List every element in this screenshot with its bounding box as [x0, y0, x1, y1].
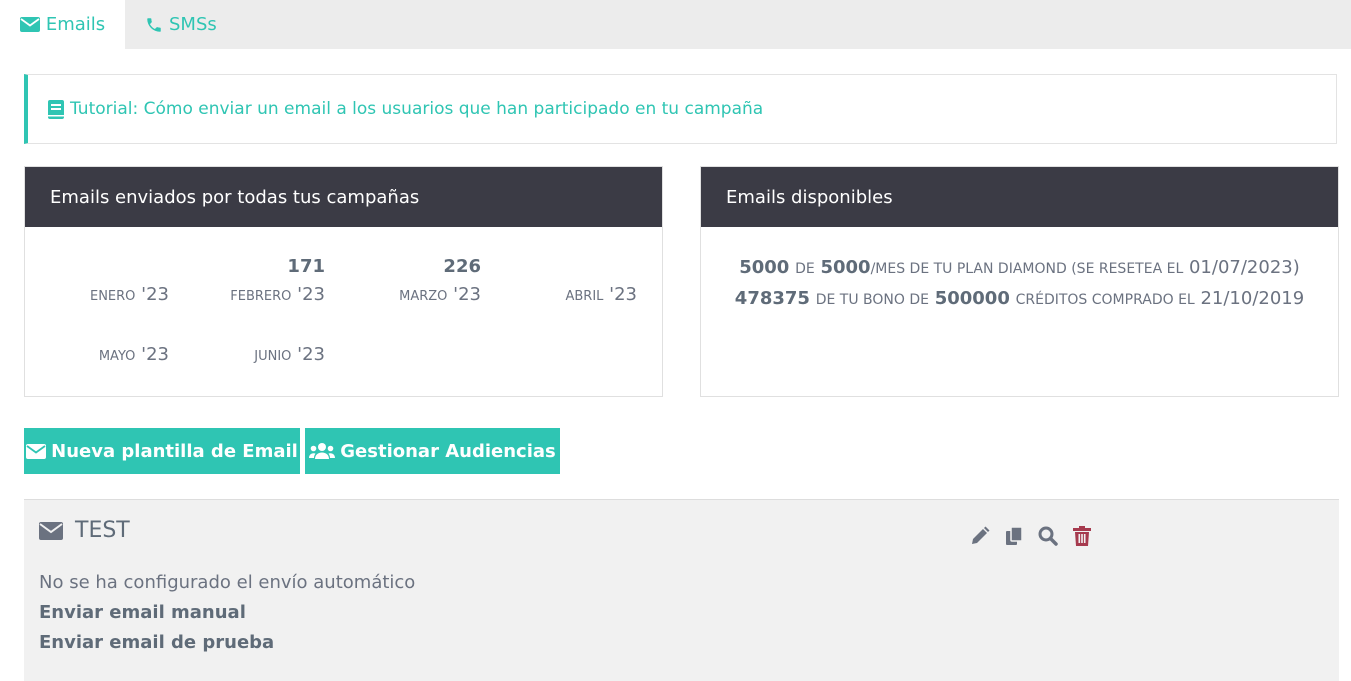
tutorial-text: Tutorial: Cómo enviar un email a los usu… [70, 99, 764, 119]
email-template-card: TEST No se ha configurado el envío autom… [24, 499, 1339, 681]
envelope-icon [26, 443, 47, 459]
tab-smss[interactable]: SMSs [125, 0, 237, 49]
month-abril: Abril '23 [497, 256, 637, 305]
month-year: '23 [141, 344, 169, 365]
month-value: 226 [443, 256, 481, 277]
pencil-icon [972, 526, 990, 544]
plan-text: de [795, 261, 815, 277]
month-value: 171 [287, 256, 325, 277]
tab-smss-label: SMSs [169, 14, 217, 35]
edit-button[interactable] [968, 524, 992, 548]
month-value [29, 316, 169, 338]
month-year: '23 [609, 284, 637, 305]
bonus-description: créditos comprado el [1015, 292, 1195, 308]
envelope-icon [39, 521, 63, 540]
month-febrero: 171 Febrero '23 [185, 256, 325, 305]
plan-total: 5000 [820, 257, 871, 278]
bonus-line: 478375 de tu bono de 500000 créditos com… [701, 284, 1338, 315]
emails-available-panel: Emails disponibles 5000 de 5000/mes de t… [700, 166, 1339, 397]
plan-used: 5000 [739, 257, 790, 278]
month-label: Mayo [98, 349, 136, 364]
month-year: '23 [297, 344, 325, 365]
bonus-text: de tu bono de [815, 292, 929, 308]
tutorial-link[interactable]: Tutorial: Cómo enviar un email a los usu… [24, 74, 1337, 144]
new-email-template-label: Nueva plantilla de Email [51, 440, 298, 462]
month-label: Marzo [399, 289, 448, 304]
month-label: Febrero [230, 289, 292, 304]
emails-sent-panel: Emails enviados por todas tus campañas E… [24, 166, 663, 397]
search-icon [1038, 526, 1058, 546]
envelope-icon [19, 17, 40, 32]
manage-audiences-button[interactable]: Gestionar Audiencias [305, 428, 560, 474]
month-label: Enero [89, 289, 136, 304]
plan-description: /mes de tu plan Diamond (se resetea el [870, 261, 1184, 277]
month-value [29, 256, 169, 278]
month-value [185, 316, 325, 338]
book-icon [48, 99, 64, 119]
available-summary: 5000 de 5000/mes de tu plan Diamond (se … [701, 253, 1338, 315]
month-mayo: Mayo '23 [29, 316, 169, 365]
preview-button[interactable] [1036, 524, 1060, 548]
bonus-total: 500000 [934, 288, 1010, 309]
plan-line: 5000 de 5000/mes de tu plan Diamond (se … [701, 253, 1338, 284]
month-marzo: 226 Marzo '23 [341, 256, 481, 305]
month-label: Junio [254, 349, 292, 364]
send-test-email-link[interactable]: Enviar email de prueba [39, 628, 415, 658]
tab-emails-label: Emails [45, 14, 106, 35]
emails-sent-title: Emails enviados por todas tus campañas [25, 167, 662, 227]
duplicate-button[interactable] [1002, 524, 1026, 548]
month-value [497, 256, 637, 278]
template-title: TEST [75, 518, 130, 543]
bonus-purchase-date: 21/10/2019 [1200, 288, 1305, 309]
tab-bar: Emails SMSs [0, 0, 1351, 49]
template-actions [968, 524, 1094, 548]
auto-send-status: No se ha configurado el envío automático [39, 572, 416, 593]
bonus-remaining: 478375 [734, 288, 810, 309]
month-year: '23 [297, 284, 325, 305]
send-manual-email-link[interactable]: Enviar email manual [39, 598, 415, 628]
delete-button[interactable] [1070, 524, 1094, 548]
month-enero: Enero '23 [29, 256, 169, 305]
manage-audiences-label: Gestionar Audiencias [340, 440, 556, 462]
month-junio: Junio '23 [185, 316, 325, 365]
users-icon [309, 443, 336, 459]
tab-emails[interactable]: Emails [0, 0, 125, 49]
emails-available-title: Emails disponibles [701, 167, 1338, 227]
month-year: '23 [453, 284, 481, 305]
month-label: Abril [565, 289, 604, 304]
new-email-template-button[interactable]: Nueva plantilla de Email [24, 428, 300, 474]
copy-icon [1006, 526, 1023, 545]
month-year: '23 [141, 284, 169, 305]
phone-icon [147, 17, 161, 32]
plan-reset-date: 01/07/2023) [1188, 257, 1300, 278]
trash-icon [1073, 526, 1091, 546]
